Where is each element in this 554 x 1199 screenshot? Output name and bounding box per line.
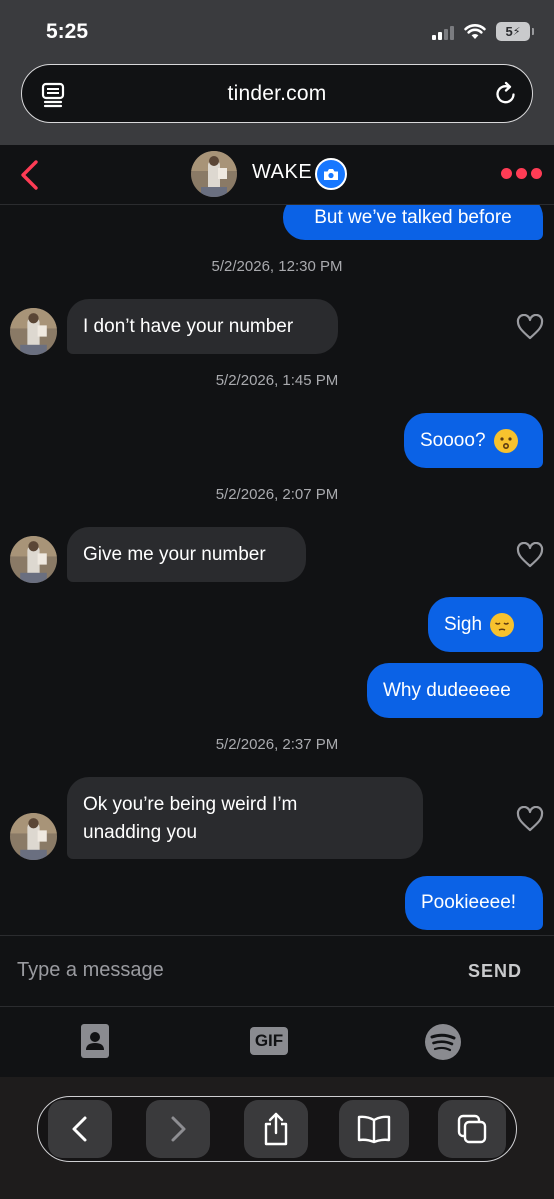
chevron-left-icon	[72, 1116, 87, 1142]
camera-icon[interactable]	[315, 158, 347, 190]
message-text: I don’t have your number	[83, 315, 294, 337]
chevron-right-icon	[171, 1116, 186, 1142]
sender-avatar[interactable]	[10, 536, 57, 583]
battery-indicator: 5 ⚡	[496, 22, 534, 41]
more-dots-icon[interactable]	[501, 168, 542, 179]
incoming-message[interactable]: Give me your number	[67, 527, 306, 582]
kissing-face-icon	[493, 428, 518, 453]
bookmarks-icon	[357, 1115, 391, 1144]
send-button[interactable]: SEND	[468, 961, 522, 982]
match-name[interactable]: WAKE	[252, 161, 312, 184]
heart-icon[interactable]	[516, 542, 544, 568]
message-timestamp: 5/2/2026, 2:37 PM	[215, 736, 339, 753]
message-timestamp: 5/2/2026, 12:30 PM	[211, 258, 343, 275]
message-list: But we’ve talked before 5/2/2026, 12:30 …	[0, 205, 554, 935]
browser-top-chrome: 5:25 5 ⚡ tinder.com	[0, 0, 554, 145]
sender-avatar[interactable]	[10, 813, 57, 860]
incoming-message[interactable]: I don’t have your number	[67, 299, 338, 354]
message-text: Pookieeee!	[421, 892, 517, 913]
message-text: Why dudeeeee	[383, 679, 511, 701]
cellular-signal-icon	[432, 24, 454, 40]
tabs-button[interactable]	[438, 1100, 506, 1158]
reload-icon[interactable]	[494, 81, 518, 107]
status-time: 5:25	[46, 20, 89, 43]
gif-icon[interactable]: GIF	[250, 1027, 288, 1055]
status-icons: 5 ⚡	[432, 22, 534, 41]
tabs-icon	[457, 1114, 487, 1144]
back-chevron-icon[interactable]	[16, 158, 44, 192]
bookmarks-button[interactable]	[339, 1100, 409, 1158]
share-button[interactable]	[244, 1100, 308, 1158]
outgoing-message[interactable]: But we’ve talked before	[283, 205, 543, 240]
match-avatar[interactable]	[191, 151, 237, 197]
message-input[interactable]	[17, 959, 397, 982]
heart-icon[interactable]	[516, 314, 544, 340]
heart-icon[interactable]	[516, 806, 544, 832]
attachment-bar: GIF	[0, 1007, 554, 1077]
outgoing-message[interactable]: Pookieeee!	[405, 876, 543, 930]
browser-bottom-toolbar	[0, 1077, 554, 1199]
message-timestamp: 5/2/2026, 1:45 PM	[215, 372, 339, 389]
message-composer: SEND	[0, 935, 554, 1007]
address-bar[interactable]: tinder.com	[21, 64, 533, 123]
outgoing-message[interactable]: Soooo?	[404, 413, 543, 468]
browser-back-button[interactable]	[48, 1100, 112, 1158]
contact-card-icon[interactable]	[80, 1023, 110, 1059]
message-text: Ok you’re being weird I’m unadding you	[83, 794, 298, 843]
message-text: But we’ve talked before	[314, 206, 512, 228]
spotify-icon[interactable]	[424, 1023, 462, 1061]
url-text[interactable]: tinder.com	[228, 82, 327, 106]
reader-icon[interactable]	[41, 82, 65, 108]
battery-level: 5	[505, 24, 513, 39]
message-text: Soooo?	[420, 429, 486, 451]
sender-avatar[interactable]	[10, 308, 57, 355]
wifi-icon	[464, 24, 486, 39]
message-text: Sigh	[444, 613, 483, 635]
chat-header: WAKE	[0, 145, 554, 205]
share-icon	[264, 1112, 288, 1146]
gif-label: GIF	[254, 1031, 284, 1050]
browser-forward-button[interactable]	[146, 1100, 210, 1158]
toolbar-pill	[37, 1096, 517, 1162]
pensive-face-icon	[490, 612, 515, 637]
message-timestamp: 5/2/2026, 2:07 PM	[215, 486, 339, 503]
incoming-message[interactable]: Ok you’re being weird I’m unadding you	[67, 777, 423, 859]
outgoing-message[interactable]: Why dudeeeee	[367, 663, 543, 718]
message-text: Give me your number	[83, 543, 266, 565]
outgoing-message[interactable]: Sigh	[428, 597, 543, 652]
